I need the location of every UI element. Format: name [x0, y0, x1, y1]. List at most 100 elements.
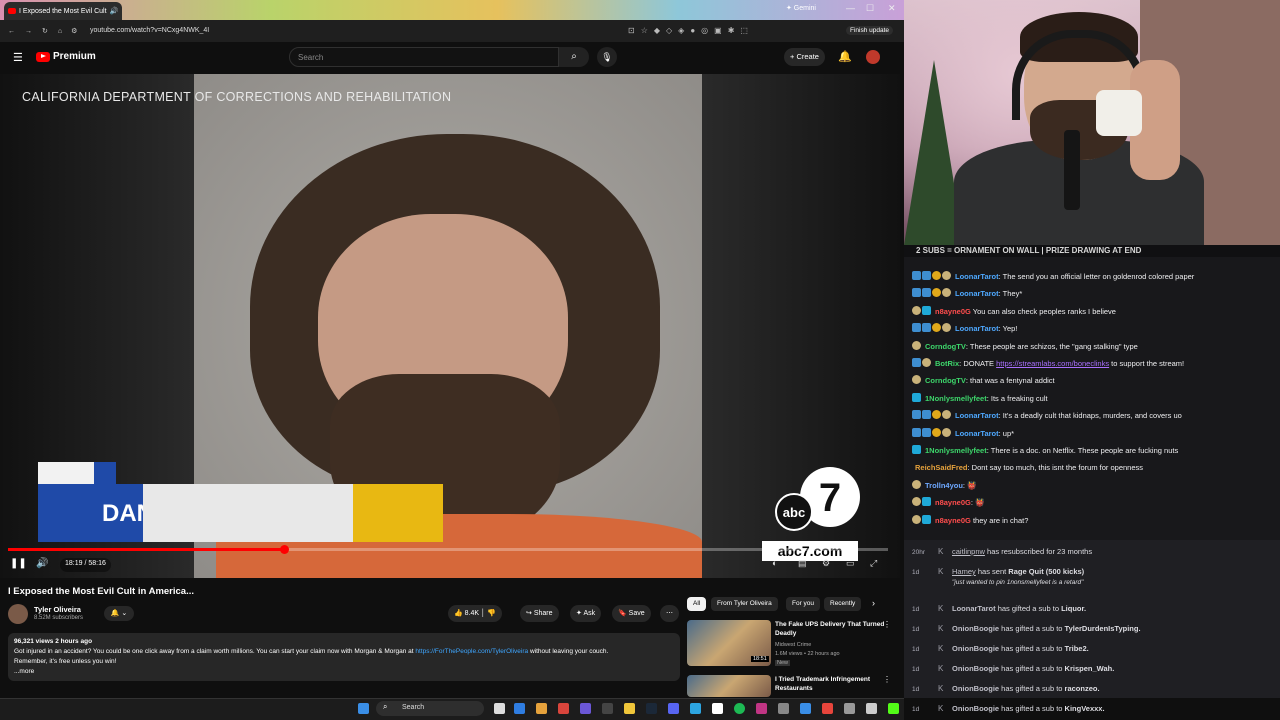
taskview-icon[interactable] — [494, 703, 505, 714]
pause-icon[interactable]: ❚❚ — [10, 558, 27, 569]
obs-icon[interactable] — [712, 703, 723, 714]
forward-icon[interactable]: → — [25, 28, 32, 35]
recommended-video[interactable]: 18:51 The Fake UPS Delivery That Turned … — [687, 620, 899, 670]
rec-channel[interactable]: Midwest Crime — [775, 642, 811, 648]
event-username[interactable]: OnionBoogie — [952, 684, 999, 693]
app-icon[interactable] — [844, 703, 855, 714]
event-username[interactable]: caitlinpnw — [952, 547, 985, 556]
gemini-button[interactable]: ✦ Gemini — [786, 4, 816, 12]
taskbar-search[interactable]: Search — [376, 701, 484, 716]
more-actions-icon[interactable]: ⋯ — [660, 605, 679, 622]
chat-username[interactable]: LoonarTarot — [955, 324, 999, 333]
search-icon[interactable]: ⌕ — [559, 47, 589, 67]
discord-icon[interactable] — [668, 703, 679, 714]
chip-for-you[interactable]: For you — [786, 597, 821, 611]
steam-icon[interactable] — [646, 703, 657, 714]
channel-avatar[interactable] — [8, 604, 28, 624]
chat-username[interactable]: ReichSaidFred — [915, 463, 968, 472]
chat-link[interactable]: https://streamlabs.com/boneclinks — [996, 359, 1109, 368]
like-button[interactable]: 👍 8.4K │ 👎 — [448, 605, 503, 622]
rec-menu-icon[interactable]: ⋮ — [883, 620, 891, 629]
chat-username[interactable]: CorndogTV — [925, 376, 966, 385]
desc-link[interactable]: https://ForThePeople.com/TylerOliveira — [415, 648, 528, 655]
chat-username[interactable]: 1Nonlysmellyfeet — [925, 446, 987, 455]
audio-icon[interactable]: 🔊 — [110, 7, 119, 15]
browser-tab[interactable]: I Exposed the Most Evil Cult 🔊 ✕ — [4, 2, 122, 20]
app-icon[interactable] — [822, 703, 833, 714]
progress-bar[interactable] — [8, 545, 888, 554]
chevron-right-icon[interactable]: › — [872, 598, 875, 608]
extension-icons[interactable]: ⊡☆◆◇◈●◎▣✱⬚ — [628, 26, 754, 35]
app-icon[interactable] — [602, 703, 613, 714]
event-username[interactable]: OnionBoogie — [952, 704, 999, 713]
rec-title[interactable]: I Tried Trademark Infringement Restauran… — [775, 675, 885, 693]
chat-username[interactable]: BotRix — [935, 359, 959, 368]
chrome-icon[interactable] — [536, 703, 547, 714]
chat-username[interactable]: Trolln4you — [925, 481, 963, 490]
close-tab-icon[interactable]: ✕ — [121, 7, 122, 15]
search-input[interactable]: Search — [289, 47, 559, 67]
file-explorer-icon[interactable] — [624, 703, 635, 714]
event-username[interactable]: OnionBoogie — [952, 664, 999, 673]
reload-icon[interactable]: ↻ — [42, 27, 48, 35]
close-window-icon[interactable]: ✕ — [888, 3, 896, 14]
youtube-logo[interactable]: Premium — [36, 51, 96, 62]
app-icon[interactable] — [558, 703, 569, 714]
event-username[interactable]: Hamey — [952, 567, 976, 576]
video-thumbnail[interactable] — [687, 675, 771, 697]
ask-button[interactable]: ✦ Ask — [570, 605, 602, 622]
subscribe-bell-button[interactable]: 🔔 ⌄ — [104, 606, 134, 621]
chat-username[interactable]: 1Nonlysmellyfeet — [925, 394, 987, 403]
maximize-icon[interactable]: ☐ — [866, 3, 874, 14]
event-username[interactable]: OnionBoogie — [952, 644, 999, 653]
settings-gear-icon[interactable]: ⚙ — [822, 558, 830, 569]
home-icon[interactable]: ⌂ — [58, 28, 62, 35]
mic-icon[interactable]: 🎙 — [597, 47, 617, 67]
notifications-icon[interactable]: 🔔 — [838, 50, 852, 63]
event-username[interactable]: LoonarTarot — [952, 604, 996, 613]
app-icon[interactable] — [866, 703, 877, 714]
save-button[interactable]: 🔖 Save — [612, 605, 651, 622]
subtitles-icon[interactable]: ▤ — [798, 558, 807, 569]
minimize-icon[interactable]: — — [846, 3, 855, 13]
create-button[interactable]: + Create — [784, 48, 825, 66]
app-icon[interactable] — [580, 703, 591, 714]
url-field[interactable]: youtube.com/watch?v=NCxg4NWK_4I — [90, 27, 209, 34]
kick-icon[interactable] — [888, 703, 899, 714]
chat-username[interactable]: LoonarTarot — [955, 289, 999, 298]
avatar[interactable] — [866, 50, 880, 64]
edge-icon[interactable] — [514, 703, 525, 714]
app-icon[interactable] — [690, 703, 701, 714]
app-icon[interactable] — [756, 703, 767, 714]
more-link[interactable]: ...more — [14, 667, 674, 677]
menu-icon[interactable]: ☰ — [13, 51, 23, 64]
chat-username[interactable]: CorndogTV — [925, 342, 966, 351]
app-icon[interactable] — [778, 703, 789, 714]
chat-username[interactable]: LoonarTarot — [955, 411, 999, 420]
autoplay-toggle-icon[interactable]: ◐ — [772, 558, 777, 568]
video-thumbnail[interactable]: 18:51 — [687, 620, 771, 666]
chip-recently[interactable]: Recently — [824, 597, 862, 611]
site-info-icon[interactable]: ⚙ — [71, 27, 77, 35]
channel-name[interactable]: Tyler Oliveira — [34, 605, 81, 614]
app-icon[interactable] — [800, 703, 811, 714]
chat-username[interactable]: LoonarTarot — [955, 429, 999, 438]
recommended-video[interactable]: I Tried Trademark Infringement Restauran… — [687, 675, 899, 697]
chip-all[interactable]: All — [687, 597, 707, 611]
video-player[interactable]: CALIFORNIA DEPARTMENT OF CORRECTIONS AND… — [0, 74, 900, 578]
back-icon[interactable]: ← — [8, 28, 15, 35]
finish-update-button[interactable]: Finish update — [846, 26, 894, 35]
volume-icon[interactable]: 🔊 — [36, 558, 48, 569]
description-box[interactable]: 96,321 views 2 hours ago Got injured in … — [8, 633, 680, 681]
windows-start-icon[interactable] — [358, 703, 369, 714]
rec-title[interactable]: The Fake UPS Delivery That Turned Deadly — [775, 620, 885, 638]
spotify-icon[interactable] — [734, 703, 745, 714]
chat-username[interactable]: LoonarTarot — [955, 272, 999, 281]
chat-username[interactable]: n8ayne0G — [935, 498, 971, 507]
fullscreen-icon[interactable]: ⤢ — [870, 558, 877, 569]
event-username[interactable]: OnionBoogie — [952, 624, 999, 633]
share-button[interactable]: ↪ Share — [520, 605, 559, 622]
rec-menu-icon[interactable]: ⋮ — [883, 675, 891, 684]
miniplayer-icon[interactable]: ▭ — [846, 558, 855, 569]
chat-username[interactable]: n8ayne0G — [935, 516, 971, 525]
